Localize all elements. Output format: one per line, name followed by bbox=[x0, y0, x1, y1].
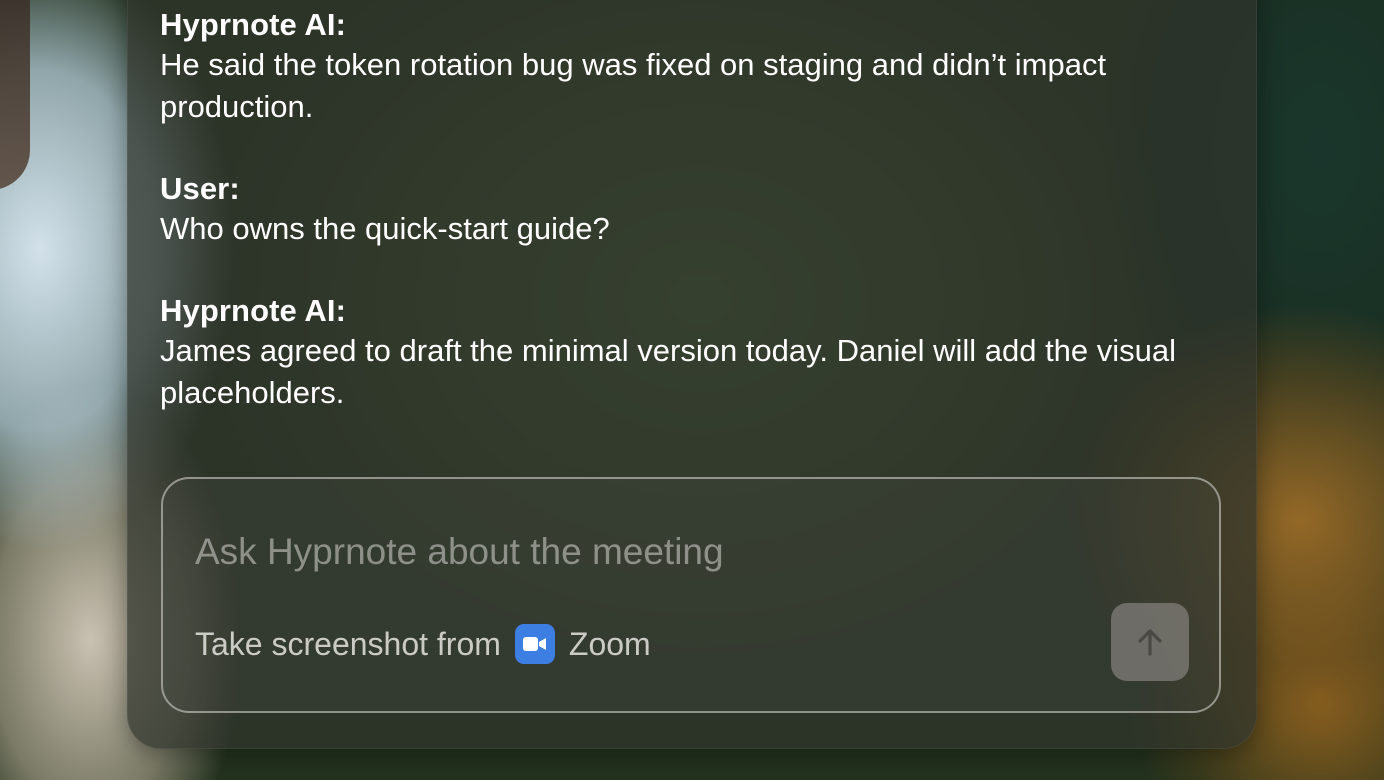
app-name: Zoom bbox=[568, 625, 651, 662]
participant-video-edge bbox=[0, 0, 30, 190]
screenshot-label: Take screenshot from bbox=[195, 625, 501, 662]
message-speaker: User: bbox=[160, 171, 240, 206]
send-button[interactable] bbox=[1111, 603, 1189, 681]
chat-messages: Hyprnote AI: He said the token rotation … bbox=[160, 6, 1200, 456]
zoom-video-camera-icon bbox=[514, 624, 555, 664]
message-speaker: Hyprnote AI: bbox=[160, 7, 347, 42]
chat-message: Hyprnote AI: James agreed to draft the m… bbox=[160, 292, 1200, 414]
arrow-up-icon bbox=[1138, 629, 1162, 656]
chat-message: User: Who owns the quick-start guide? bbox=[160, 170, 1200, 250]
message-text: He said the token rotation bug was fixed… bbox=[160, 47, 1107, 124]
message-composer: Take screenshot from Zoom bbox=[161, 477, 1221, 713]
take-screenshot-button[interactable]: Take screenshot from Zoom bbox=[195, 622, 651, 666]
message-text: James agreed to draft the minimal versio… bbox=[160, 333, 1177, 410]
message-text: Who owns the quick-start guide? bbox=[160, 211, 610, 246]
ask-input[interactable] bbox=[195, 527, 1075, 577]
message-speaker: Hyprnote AI: bbox=[160, 293, 347, 328]
chat-message: Hyprnote AI: He said the token rotation … bbox=[160, 6, 1200, 128]
